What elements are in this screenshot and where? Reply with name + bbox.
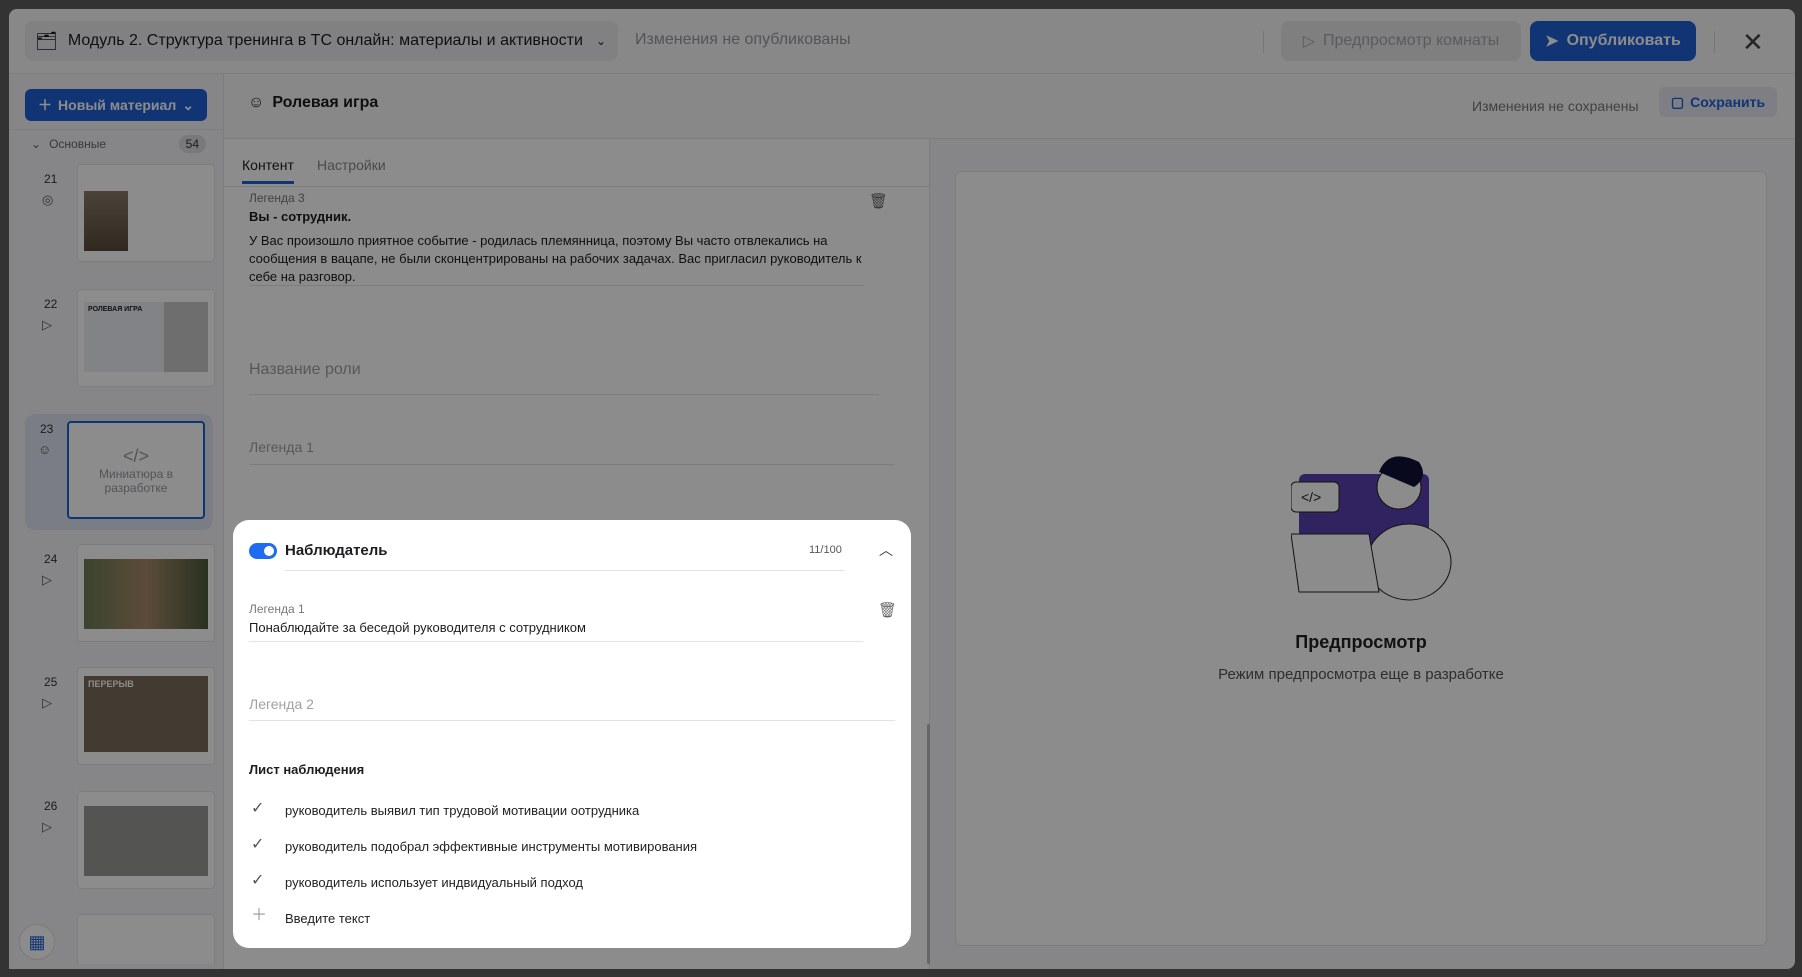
observation-item[interactable]: руководитель подобрал эффективные инстру…: [285, 839, 697, 854]
trash-icon[interactable]: 🗑: [878, 603, 897, 619]
observer-title: Наблюдатель: [285, 542, 388, 559]
add-item-input[interactable]: Введите текст: [285, 911, 370, 926]
divider: [285, 570, 845, 571]
observer-legend2-input[interactable]: Легенда 2: [249, 696, 895, 721]
char-counter: 11/100: [809, 544, 842, 556]
plus-icon[interactable]: ＋: [251, 907, 267, 925]
check-icon[interactable]: ✓: [251, 800, 264, 818]
legend1-value: Понаблюдайте за беседой руководителя с с…: [249, 620, 586, 635]
observer-toggle[interactable]: [249, 543, 277, 559]
collapse-chevron-icon[interactable]: ︿: [879, 542, 893, 558]
check-icon[interactable]: ✓: [251, 836, 264, 854]
observation-item[interactable]: руководитель использует индвидуальный по…: [285, 875, 583, 890]
observation-sheet-title: Лист наблюдения: [249, 762, 365, 777]
field-label: Легенда 1: [249, 602, 305, 616]
observer-card: Наблюдатель 11/100 ︿ Легенда 1 Понаблюда…: [233, 520, 911, 948]
observation-item[interactable]: руководитель выявил тип трудовой мотивац…: [285, 803, 639, 818]
legend2-placeholder: Легенда 2: [249, 696, 314, 712]
observer-legend1-field[interactable]: Легенда 1 Понаблюдайте за беседой руково…: [249, 602, 863, 642]
check-icon[interactable]: ✓: [251, 872, 264, 890]
